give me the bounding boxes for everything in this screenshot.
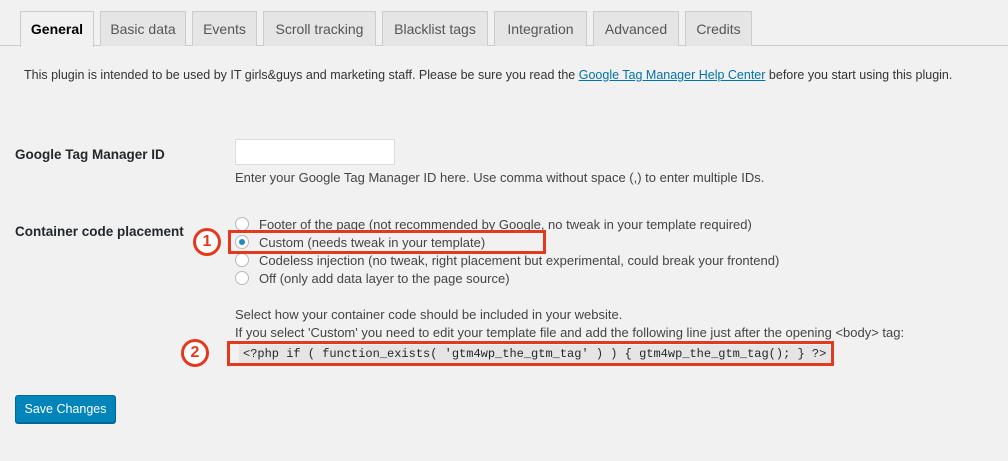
highlight-box-code bbox=[227, 341, 834, 366]
gtm-id-label: Google Tag Manager ID bbox=[15, 147, 165, 162]
annotation-badge-2: 2 bbox=[181, 339, 209, 367]
annotation-badge-1: 1 bbox=[193, 228, 221, 256]
tab-advanced[interactable]: Advanced bbox=[593, 11, 679, 46]
tab-credits[interactable]: Credits bbox=[685, 11, 752, 46]
save-changes-button[interactable]: Save Changes bbox=[15, 395, 116, 423]
help-center-link[interactable]: Google Tag Manager Help Center bbox=[579, 68, 766, 82]
intro-text: This plugin is intended to be used by IT… bbox=[24, 68, 952, 82]
placement-option-label: Off (only add data layer to the page sou… bbox=[259, 270, 510, 286]
tab-general[interactable]: General bbox=[20, 11, 94, 47]
tab-blacklist-tags[interactable]: Blacklist tags bbox=[382, 11, 488, 46]
radio-footer[interactable] bbox=[235, 217, 249, 231]
gtm-id-description: Enter your Google Tag Manager ID here. U… bbox=[235, 170, 765, 185]
placement-help-line-2: If you select 'Custom' you need to edit … bbox=[235, 325, 905, 340]
tab-integration[interactable]: Integration bbox=[494, 11, 587, 46]
tab-events[interactable]: Events bbox=[192, 11, 257, 46]
intro-before: This plugin is intended to be used by IT… bbox=[24, 68, 579, 82]
radio-off[interactable] bbox=[235, 271, 249, 285]
placement-help-line-1: Select how your container code should be… bbox=[235, 307, 623, 322]
tab-basic-data[interactable]: Basic data bbox=[100, 11, 186, 46]
highlight-box-custom bbox=[228, 230, 546, 254]
radio-codeless[interactable] bbox=[235, 253, 249, 267]
intro-after: before you start using this plugin. bbox=[765, 68, 953, 82]
gtm-id-input[interactable] bbox=[235, 139, 395, 165]
placement-option-label: Codeless injection (no tweak, right plac… bbox=[259, 252, 780, 268]
tab-scroll-tracking[interactable]: Scroll tracking bbox=[263, 11, 376, 46]
placement-option-off[interactable]: Off (only add data layer to the page sou… bbox=[235, 269, 510, 287]
settings-tabs: General Basic data Events Scroll trackin… bbox=[0, 0, 1008, 47]
placement-label: Container code placement bbox=[15, 224, 184, 239]
